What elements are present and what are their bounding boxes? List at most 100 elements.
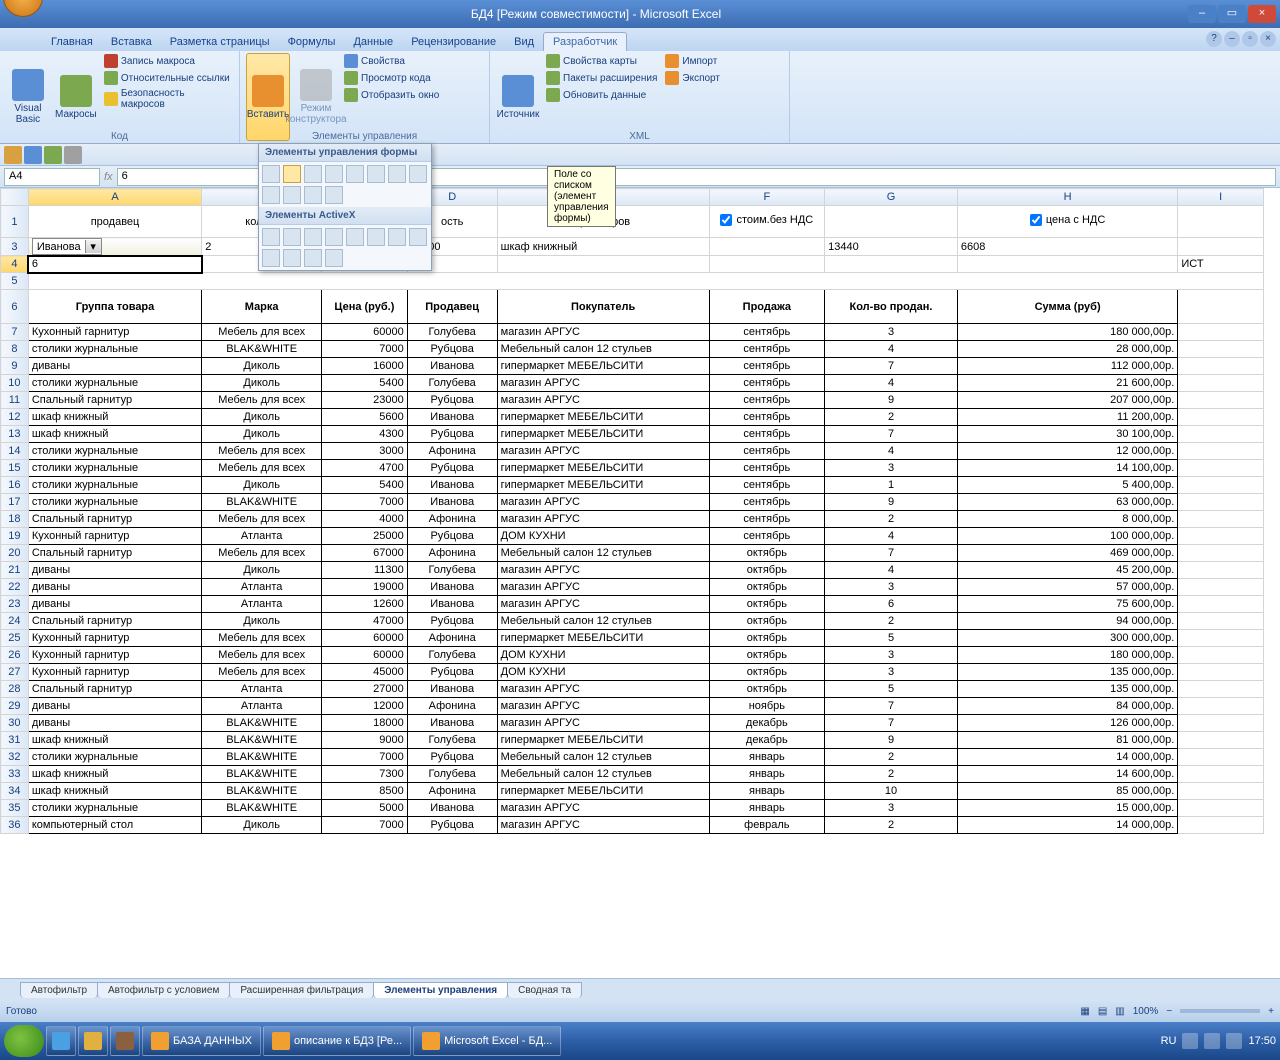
- cell[interactable]: январь: [709, 766, 825, 783]
- cell[interactable]: 5400: [322, 477, 408, 494]
- cell[interactable]: магазин АРГУС: [497, 596, 709, 613]
- cell[interactable]: [1178, 392, 1264, 409]
- cell[interactable]: Мебель для всех: [202, 664, 322, 681]
- row-header[interactable]: 7: [1, 324, 29, 341]
- cell[interactable]: [1178, 545, 1264, 562]
- cell[interactable]: BLAK&WHITE: [202, 341, 322, 358]
- cell[interactable]: ДОМ КУХНИ: [497, 647, 709, 664]
- cell[interactable]: [825, 256, 958, 273]
- cell[interactable]: магазин АРГУС: [497, 511, 709, 528]
- cell[interactable]: диваны: [28, 562, 201, 579]
- cell[interactable]: 47000: [322, 613, 408, 630]
- cell[interactable]: 3: [825, 324, 958, 341]
- cell[interactable]: 5000: [322, 800, 408, 817]
- cell[interactable]: Афонина: [407, 511, 497, 528]
- cell[interactable]: магазин АРГУС: [497, 392, 709, 409]
- minimize-ribbon-icon[interactable]: –: [1224, 31, 1240, 47]
- cell[interactable]: 7300: [322, 766, 408, 783]
- cell[interactable]: [1178, 800, 1264, 817]
- cell[interactable]: Спальный гарнитур: [28, 392, 201, 409]
- cell[interactable]: 18000: [322, 715, 408, 732]
- insert-control-button[interactable]: Вставить: [246, 53, 290, 141]
- cell[interactable]: Кухонный гарнитур: [28, 324, 201, 341]
- cell[interactable]: [1178, 766, 1264, 783]
- cell[interactable]: 11300: [322, 562, 408, 579]
- row-header[interactable]: 21: [1, 562, 29, 579]
- row-header[interactable]: 29: [1, 698, 29, 715]
- cell[interactable]: 7: [825, 545, 958, 562]
- cell[interactable]: 7000: [322, 341, 408, 358]
- cell[interactable]: 180 000,00р.: [957, 647, 1177, 664]
- cell[interactable]: 6608: [957, 238, 1177, 256]
- cell[interactable]: сентябрь: [709, 443, 825, 460]
- cell[interactable]: Мебель для всех: [202, 443, 322, 460]
- checkbox-withVAT[interactable]: цена с НДС: [1030, 214, 1105, 226]
- cell[interactable]: [825, 206, 958, 238]
- row-header[interactable]: 10: [1, 375, 29, 392]
- ax-label-icon[interactable]: [262, 249, 280, 267]
- textfield-control-icon[interactable]: [283, 186, 301, 204]
- minimize-button[interactable]: –: [1188, 5, 1216, 23]
- cell[interactable]: 1: [825, 477, 958, 494]
- cell[interactable]: Диколь: [202, 358, 322, 375]
- cell[interactable]: столики журнальные: [28, 494, 201, 511]
- cell[interactable]: 57 000,00р.: [957, 579, 1177, 596]
- cell[interactable]: Мебельный салон 12 стульев: [497, 766, 709, 783]
- cell[interactable]: Диколь: [202, 375, 322, 392]
- row-header[interactable]: 20: [1, 545, 29, 562]
- cell[interactable]: 7000: [322, 494, 408, 511]
- th-sale[interactable]: Продажа: [709, 290, 825, 324]
- cell[interactable]: сентябрь: [709, 477, 825, 494]
- cell[interactable]: магазин АРГУС: [497, 698, 709, 715]
- cell[interactable]: 3000: [322, 443, 408, 460]
- cell[interactable]: Иванова: [407, 800, 497, 817]
- cell[interactable]: Рубцова: [407, 426, 497, 443]
- cell[interactable]: ДОМ КУХНИ: [497, 528, 709, 545]
- cell[interactable]: декабрь: [709, 715, 825, 732]
- sheet-tab[interactable]: Сводная та: [507, 982, 582, 998]
- cell[interactable]: столики журнальные: [28, 800, 201, 817]
- cell[interactable]: ноябрь: [709, 698, 825, 715]
- cell[interactable]: Афонина: [407, 443, 497, 460]
- cell[interactable]: Голубева: [407, 562, 497, 579]
- cell[interactable]: 12000: [322, 698, 408, 715]
- cell[interactable]: гипермаркет МЕБЕЛЬСИТИ: [497, 409, 709, 426]
- cell[interactable]: 2: [825, 409, 958, 426]
- quicklaunch-icon[interactable]: [78, 1026, 108, 1056]
- cell[interactable]: 14 100,00р.: [957, 460, 1177, 477]
- visual-basic-button[interactable]: Visual Basic: [6, 53, 50, 141]
- restore-workbook-icon[interactable]: ▫: [1242, 31, 1258, 47]
- ax-toggle-icon[interactable]: [304, 249, 322, 267]
- row-header[interactable]: 31: [1, 732, 29, 749]
- row-header[interactable]: 35: [1, 800, 29, 817]
- cell[interactable]: Рубцова: [407, 341, 497, 358]
- cell[interactable]: октябрь: [709, 596, 825, 613]
- cell[interactable]: 3: [825, 579, 958, 596]
- ribbon-tab[interactable]: Вставка: [102, 33, 161, 51]
- cell[interactable]: 84 000,00р.: [957, 698, 1177, 715]
- cell[interactable]: 11 200,00р.: [957, 409, 1177, 426]
- checkbox-noVAT[interactable]: стоим.без НДС: [720, 214, 813, 226]
- start-button[interactable]: [4, 1025, 44, 1057]
- cell[interactable]: сентябрь: [709, 341, 825, 358]
- cell[interactable]: 100 000,00р.: [957, 528, 1177, 545]
- cell[interactable]: Рубцова: [407, 528, 497, 545]
- cell[interactable]: 9: [825, 732, 958, 749]
- sheet-tab[interactable]: Элементы управления: [373, 982, 508, 998]
- cell[interactable]: 30 100,00р.: [957, 426, 1177, 443]
- cell[interactable]: 85 000,00р.: [957, 783, 1177, 800]
- name-box[interactable]: A4: [4, 168, 100, 186]
- cell[interactable]: 25000: [322, 528, 408, 545]
- cell[interactable]: цена с НДС: [957, 206, 1177, 238]
- cell[interactable]: Диколь: [202, 613, 322, 630]
- cell[interactable]: 4: [825, 528, 958, 545]
- cell[interactable]: 94 000,00р.: [957, 613, 1177, 630]
- zoom-in-button[interactable]: +: [1268, 1006, 1274, 1017]
- cell[interactable]: диваны: [28, 596, 201, 613]
- cell[interactable]: Иванова: [407, 477, 497, 494]
- cell[interactable]: диваны: [28, 698, 201, 715]
- cell[interactable]: Афонина: [407, 698, 497, 715]
- cell[interactable]: Диколь: [202, 409, 322, 426]
- ribbon-tab[interactable]: Разработчик: [543, 32, 627, 51]
- cell[interactable]: Диколь: [202, 817, 322, 834]
